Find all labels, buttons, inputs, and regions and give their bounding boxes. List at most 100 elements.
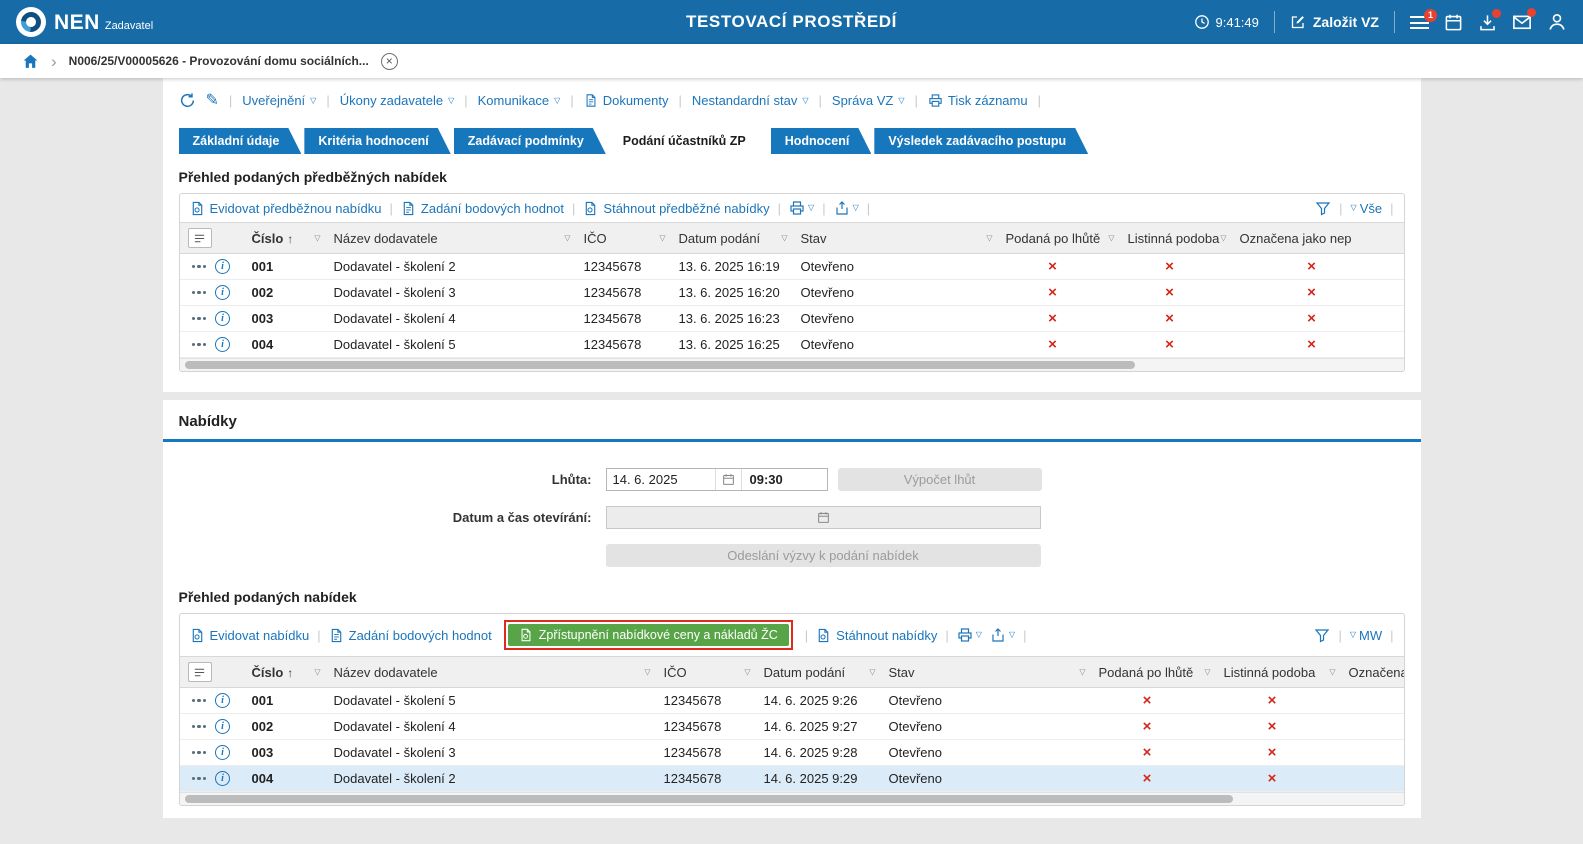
tab-vysledek[interactable]: Výsledek zadávacího postupu: [874, 128, 1088, 154]
table-row[interactable]: i 001 Dodavatel - školení 5 12345678 14.…: [179, 687, 1404, 714]
tab-hodnoceni[interactable]: Hodnocení: [771, 128, 872, 154]
messages-button[interactable]: [1512, 8, 1536, 32]
print-grid-button[interactable]: ▽: [957, 627, 982, 643]
filter-caret-icon[interactable]: ▽: [644, 668, 650, 677]
evidovat-predbeznou-button[interactable]: Evidovat předběžnou nabídku: [190, 201, 382, 216]
menu-nestandardni-stav[interactable]: Nestandardní stav ▽: [692, 93, 809, 108]
column-settings-icon[interactable]: [187, 662, 212, 682]
export-grid-button[interactable]: ▽: [990, 627, 1015, 643]
downloads-button[interactable]: [1478, 8, 1501, 32]
tab-podani-ucastniku-zp[interactable]: Podání účastníků ZP: [609, 128, 768, 154]
home-button[interactable]: [22, 53, 39, 70]
app-logo[interactable]: NEN Zadavatel: [16, 7, 153, 37]
filter-caret-icon[interactable]: ▽: [314, 234, 320, 243]
tab-zadavaci-podminky[interactable]: Zadávací podmínky: [454, 128, 606, 154]
menu-sprava-vz[interactable]: Správa VZ ▽: [832, 93, 905, 108]
column-settings-icon[interactable]: [187, 228, 212, 248]
view-filter-dropdown[interactable]: ▽ MW: [1350, 628, 1382, 643]
stahnout-nabidky-button[interactable]: Stáhnout nabídky: [816, 628, 937, 643]
close-record-icon[interactable]: ×: [380, 52, 398, 70]
row-info-icon[interactable]: i: [215, 745, 230, 760]
filter-caret-icon[interactable]: ▽: [564, 234, 570, 243]
filter-caret-icon[interactable]: ▽: [314, 668, 320, 677]
column-header-datum[interactable]: Datum podání ▽: [670, 222, 793, 254]
scrollbar-thumb[interactable]: [184, 795, 1233, 803]
filter-caret-icon[interactable]: ▽: [986, 234, 992, 243]
menu-uverejneni[interactable]: Uveřejnění ▽: [242, 93, 316, 108]
filter-caret-icon[interactable]: ▽: [1220, 234, 1226, 243]
calendar-button[interactable]: [1444, 13, 1463, 32]
table-row[interactable]: i 002 Dodavatel - školení 3 12345678 13.…: [179, 279, 1404, 306]
filter-caret-icon[interactable]: ▽: [1108, 234, 1114, 243]
create-vz-button[interactable]: Založit VZ: [1290, 14, 1379, 30]
table-row[interactable]: i 002 Dodavatel - školení 4 12345678 14.…: [179, 713, 1404, 740]
column-header-stav[interactable]: Stav ▽: [792, 222, 998, 254]
horizontal-scrollbar[interactable]: [179, 358, 1404, 371]
column-header-cislo[interactable]: Číslo ↑ ▽: [243, 222, 326, 254]
table-row[interactable]: i 003 Dodavatel - školení 3 12345678 14.…: [179, 739, 1404, 766]
row-menu-icon[interactable]: [191, 316, 206, 321]
export-grid-button[interactable]: ▽: [834, 200, 859, 216]
row-info-icon[interactable]: i: [215, 771, 230, 786]
table-row[interactable]: i 004 Dodavatel - školení 5 12345678 13.…: [179, 331, 1404, 358]
table-row-selected[interactable]: i 004 Dodavatel - školení 2 12345678 14.…: [179, 765, 1404, 792]
stahnout-predbezne-button[interactable]: Stáhnout předběžné nabídky: [583, 201, 770, 216]
row-info-icon[interactable]: i: [215, 285, 230, 300]
horizontal-scrollbar[interactable]: [179, 792, 1404, 805]
row-menu-icon[interactable]: [191, 724, 206, 729]
filter-caret-icon[interactable]: ▽: [1329, 668, 1335, 677]
filter-caret-icon[interactable]: ▽: [869, 668, 875, 677]
menu-tisk-zaznamu[interactable]: Tisk záznamu: [928, 93, 1028, 108]
row-info-icon[interactable]: i: [215, 693, 230, 708]
lhuta-time-value[interactable]: 09:30: [740, 469, 827, 490]
zadani-bodovych-hodnot-button[interactable]: Zadání bodových hodnot: [329, 628, 492, 643]
column-header-datum[interactable]: Datum podání ▽: [755, 656, 881, 688]
tab-kriteria-hodnoceni[interactable]: Kritéria hodnocení: [304, 128, 450, 154]
column-header-listinna[interactable]: Listinná podoba ▽: [1215, 656, 1341, 688]
filter-caret-icon[interactable]: ▽: [744, 668, 750, 677]
column-header-dodavatel[interactable]: Název dodavatele ▽: [325, 222, 576, 254]
filter-button[interactable]: [1315, 200, 1331, 216]
row-menu-icon[interactable]: [191, 776, 206, 781]
menu-dokumenty[interactable]: Dokumenty: [584, 93, 668, 108]
row-menu-icon[interactable]: [191, 290, 206, 295]
history-button[interactable]: [179, 92, 196, 109]
column-header-cislo[interactable]: Číslo ↑ ▽: [243, 656, 326, 688]
column-header-oznacena[interactable]: Označena jako nep: [1340, 656, 1404, 688]
column-header-stav[interactable]: Stav ▽: [880, 656, 1091, 688]
odeslani-vyzvy-button[interactable]: Odeslání výzvy k podání nabídek: [605, 544, 1041, 567]
lhuta-date-value[interactable]: 14. 6. 2025: [607, 472, 715, 487]
profile-button[interactable]: [1547, 12, 1567, 32]
column-header-po-lhute[interactable]: Podaná po lhůtě ▽: [1090, 656, 1216, 688]
breadcrumb-item[interactable]: N006/25/V00005626 - Provozování domu soc…: [69, 54, 369, 68]
zadani-bodovych-hodnot-button[interactable]: Zadání bodových hodnot: [401, 201, 564, 216]
row-menu-icon[interactable]: [191, 264, 206, 269]
filter-caret-icon[interactable]: ▽: [1204, 668, 1210, 677]
view-filter-dropdown[interactable]: ▽ Vše: [1351, 201, 1383, 216]
column-header-listinna[interactable]: Listinná podoba ▽: [1119, 222, 1232, 254]
column-header-po-lhute[interactable]: Podaná po lhůtě ▽: [997, 222, 1120, 254]
menu-komunikace[interactable]: Komunikace ▽: [478, 93, 561, 108]
row-menu-icon[interactable]: [191, 750, 206, 755]
calendar-picker-button[interactable]: [714, 469, 741, 490]
row-menu-icon[interactable]: [191, 342, 206, 347]
row-info-icon[interactable]: i: [215, 311, 230, 326]
main-menu-button[interactable]: 1: [1410, 8, 1437, 29]
filter-button[interactable]: [1314, 627, 1330, 643]
edit-record-button[interactable]: ✎: [206, 92, 219, 109]
row-info-icon[interactable]: i: [215, 719, 230, 734]
column-header-ico[interactable]: IČO ▽: [575, 222, 671, 254]
scrollbar-thumb[interactable]: [184, 361, 1136, 369]
column-header-oznacena[interactable]: Označena jako nep: [1231, 222, 1404, 254]
filter-caret-icon[interactable]: ▽: [781, 234, 787, 243]
column-header-dodavatel[interactable]: Název dodavatele ▽: [325, 656, 656, 688]
table-row[interactable]: i 001 Dodavatel - školení 2 12345678 13.…: [179, 253, 1404, 280]
vypocet-lhut-button[interactable]: Výpočet lhůt: [837, 468, 1042, 491]
row-info-icon[interactable]: i: [215, 337, 230, 352]
row-info-icon[interactable]: i: [215, 259, 230, 274]
menu-ukony-zadavatele[interactable]: Úkony zadavatele ▽: [340, 93, 455, 108]
print-grid-button[interactable]: ▽: [789, 200, 814, 216]
oteviran-datetime-field[interactable]: [605, 506, 1041, 529]
column-header-ico[interactable]: IČO ▽: [655, 656, 756, 688]
table-row[interactable]: i 003 Dodavatel - školení 4 12345678 13.…: [179, 305, 1404, 332]
